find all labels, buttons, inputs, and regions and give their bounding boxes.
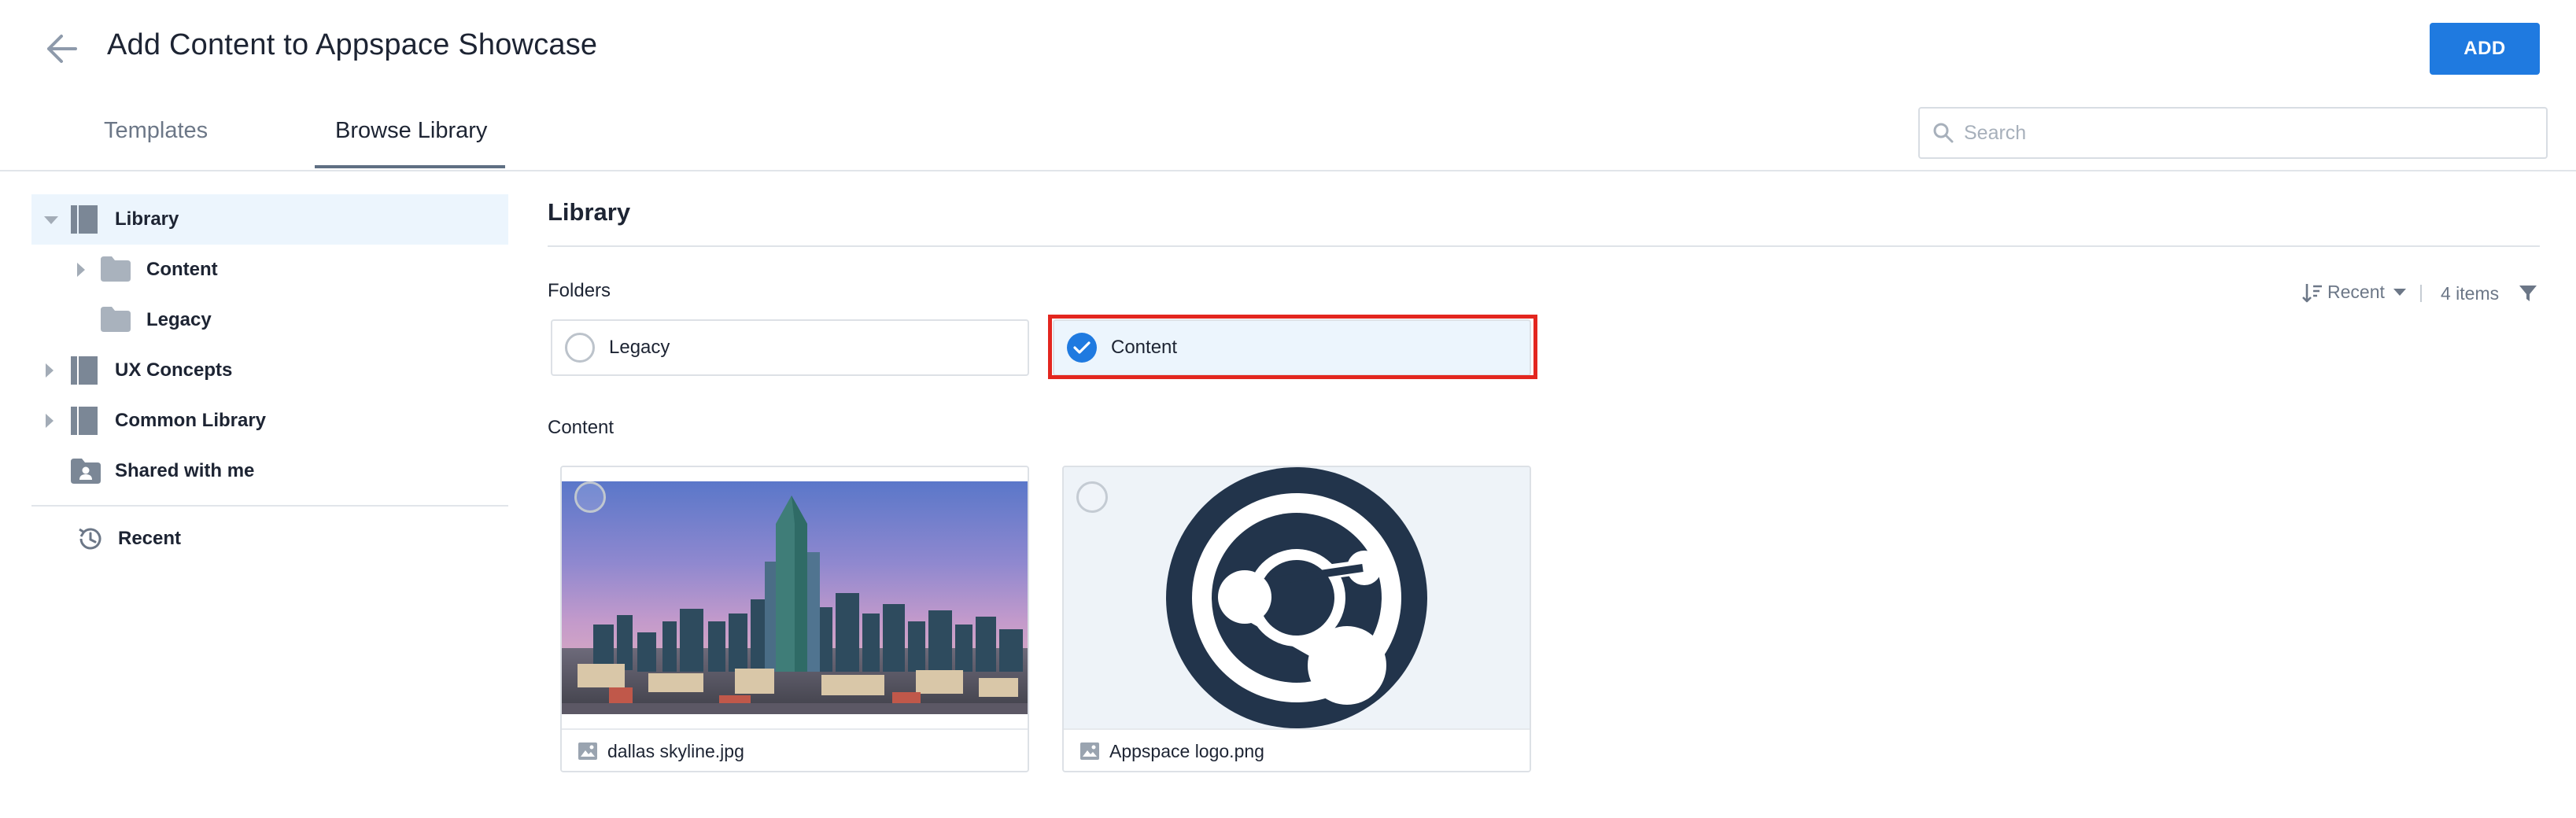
caret-right-icon[interactable] bbox=[46, 363, 54, 378]
tree-item-recent[interactable]: Recent bbox=[31, 514, 508, 564]
appspace-logo-thumbnail bbox=[1064, 467, 1530, 728]
content-heading: Content bbox=[548, 417, 614, 438]
caret-right-icon[interactable] bbox=[77, 263, 85, 277]
library-book-icon bbox=[71, 407, 98, 435]
library-book-icon bbox=[71, 356, 98, 385]
active-tab-indicator bbox=[315, 165, 505, 168]
tree-item-label: Library bbox=[115, 208, 179, 230]
header-divider bbox=[0, 170, 2576, 171]
tree-item-common-library[interactable]: Common Library bbox=[31, 396, 508, 446]
caret-right-icon[interactable] bbox=[46, 414, 54, 428]
tab-browse-library[interactable]: Browse Library bbox=[335, 118, 487, 144]
folder-card-legacy[interactable]: Legacy bbox=[551, 319, 1029, 376]
section-title: Library bbox=[548, 198, 631, 226]
sort-dropdown[interactable]: Recent bbox=[2302, 282, 2407, 303]
item-count: 4 items bbox=[2441, 283, 2500, 304]
image-file-icon bbox=[1080, 742, 1099, 760]
folder-radio-checked[interactable] bbox=[1067, 333, 1097, 363]
file-name: Appspace logo.png bbox=[1109, 740, 1264, 761]
sort-icon bbox=[2302, 283, 2322, 302]
back-button[interactable] bbox=[38, 30, 85, 68]
tree-item-label: Content bbox=[146, 259, 218, 280]
tree-item-shared-with-me[interactable]: Shared with me bbox=[31, 446, 508, 496]
tree-item-label: Shared with me bbox=[115, 460, 255, 481]
sidebar-divider bbox=[31, 505, 508, 507]
folders-heading: Folders bbox=[548, 280, 611, 301]
filter-button[interactable] bbox=[2518, 283, 2538, 308]
chevron-down-icon bbox=[2393, 288, 2406, 296]
caret-down-icon[interactable] bbox=[44, 216, 58, 224]
tree-item-ux-concepts[interactable]: UX Concepts bbox=[31, 345, 508, 396]
history-icon bbox=[79, 528, 101, 550]
page-title: Add Content to Appspace Showcase bbox=[107, 28, 598, 61]
folder-radio[interactable] bbox=[565, 333, 595, 363]
tab-templates[interactable]: Templates bbox=[104, 118, 208, 144]
search-box[interactable] bbox=[1918, 107, 2548, 159]
arrow-left-icon bbox=[47, 35, 77, 63]
checkmark-icon bbox=[1073, 341, 1091, 354]
file-card-appspace-logo[interactable]: Appspace logo.png bbox=[1062, 466, 1531, 772]
library-book-icon bbox=[71, 205, 98, 234]
folder-name: Legacy bbox=[609, 337, 670, 358]
file-card-dallas-skyline[interactable]: dallas skyline.jpg bbox=[560, 466, 1029, 772]
tree-item-content[interactable]: Content bbox=[31, 245, 508, 295]
sort-label: Recent bbox=[2327, 282, 2385, 302]
search-input[interactable] bbox=[1964, 121, 2515, 145]
file-name: dallas skyline.jpg bbox=[607, 740, 744, 761]
filter-icon bbox=[2519, 286, 2537, 301]
toolbar-separator: | bbox=[2419, 282, 2423, 302]
file-radio[interactable] bbox=[574, 481, 606, 513]
tree-item-library[interactable]: Library bbox=[31, 194, 508, 245]
image-file-icon bbox=[578, 742, 597, 760]
dallas-skyline-thumbnail bbox=[562, 467, 1028, 728]
file-radio[interactable] bbox=[1076, 481, 1108, 513]
section-divider bbox=[548, 245, 2540, 247]
file-footer: Appspace logo.png bbox=[1064, 728, 1530, 771]
folder-name: Content bbox=[1111, 337, 1178, 358]
folder-icon bbox=[101, 307, 131, 332]
tree-item-label: Common Library bbox=[115, 410, 267, 431]
folder-card-content[interactable]: Content bbox=[1053, 319, 1531, 376]
tree-item-label: Recent bbox=[118, 528, 182, 549]
add-button[interactable]: ADD bbox=[2430, 23, 2540, 75]
tree-item-legacy[interactable]: Legacy bbox=[31, 295, 508, 345]
file-footer: dallas skyline.jpg bbox=[562, 728, 1028, 771]
shared-folder-icon bbox=[71, 459, 101, 484]
search-icon bbox=[1933, 123, 1954, 143]
tree-item-label: Legacy bbox=[146, 309, 212, 330]
folder-icon bbox=[101, 256, 131, 282]
tree-item-label: UX Concepts bbox=[115, 359, 233, 381]
